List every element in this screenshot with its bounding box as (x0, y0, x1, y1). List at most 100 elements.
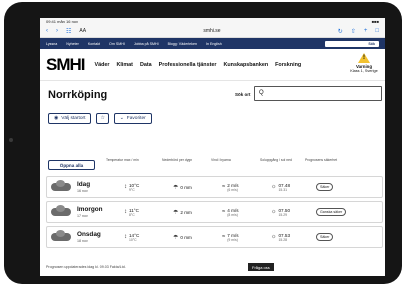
new-tab-icon[interactable]: + (364, 28, 368, 34)
temperature-values: 10°C 9°C (129, 183, 139, 192)
forecast-row[interactable]: Idag 16 nov ↕ 10°C 9°C ☂ 0 mm ≈2 m/s (6 m/s) … (46, 176, 383, 198)
wind-cell: ≈2 m/s (6 m/s) (222, 183, 271, 192)
sunrise-icon: ☼ (271, 234, 277, 240)
wind-gust: (9 m/s) (227, 237, 238, 242)
tablet-frame: 09:41 mån 16 nov ■■■ ‹ › ☷ AA smhi.se ↻ … (4, 2, 402, 284)
wind-cell: ≈7 m/s (9 m/s) (222, 233, 271, 242)
sun-cell: ☼ 07.48 15.31 (271, 183, 316, 192)
tabs-icon[interactable]: □ (375, 28, 379, 34)
warning-icon: ! (358, 53, 370, 63)
temp-max: 10°C (129, 182, 140, 188)
topnav-item-about[interactable]: Om SMHI (109, 42, 125, 46)
cloud-icon (51, 180, 71, 191)
nav-item-knowledge[interactable]: Kunskapsbanken (223, 62, 268, 68)
status-bar: 09:41 mån 16 nov ■■■ (40, 18, 385, 25)
top-search-input[interactable]: Sök (325, 40, 379, 47)
nav-item-weather[interactable]: Väder (95, 62, 110, 68)
wind-values: 4 m/s (8 m/s) (227, 208, 238, 217)
favorite-star-button[interactable]: ☆ (96, 112, 109, 124)
wind-icon: ≈ (222, 184, 226, 190)
forecast-row[interactable]: Onsdag 18 nov ↕ 14°C 10°C ☂ 0 mm ≈7 m/s (9 m/… (46, 226, 383, 248)
smhi-logo[interactable]: SMHI (46, 55, 85, 75)
share-icon[interactable]: ⇧ (351, 28, 356, 35)
topnav-item-english[interactable]: In English (206, 42, 222, 46)
sun-cell: ☼ 07.50 15.29 (271, 208, 316, 217)
sunset-time: 15.29 (278, 212, 288, 217)
sunrise-icon: ☼ (271, 209, 277, 215)
sun-cell: ☼ 07.53 15.28 (271, 233, 316, 242)
precipitation-cell: ☂ 0 mm (173, 234, 222, 241)
reader-button[interactable]: AA (79, 28, 86, 34)
wind-gust: (6 m/s) (227, 187, 238, 192)
wind-icon: ≈ (222, 234, 226, 240)
feedback-button[interactable]: Fråga oss (248, 263, 274, 271)
topnav-item-contact[interactable]: Kontakt (88, 42, 100, 46)
certainty-badge: Säker (316, 183, 334, 191)
temperature-cell: ↕ 14°C 10°C (124, 233, 173, 242)
favorites-dropdown[interactable]: ⌄ Favoriter (113, 112, 152, 124)
top-navigation: Lyssna Nyheter Kontakt Om SMHI Jobba på … (40, 38, 385, 49)
wind-gust: (8 m/s) (227, 212, 238, 217)
forward-icon[interactable]: › (56, 28, 58, 34)
topnav-item-jobs[interactable]: Jobba på SMHI (134, 42, 159, 46)
choose-start-location-button[interactable]: ◉ Välj startort (48, 112, 92, 124)
day-name: Idag (77, 181, 91, 188)
search-icon: Q (259, 90, 264, 96)
wind-speed: 2 m/s (227, 182, 239, 188)
day-date: 18 nov (77, 239, 88, 243)
wind-icon: ≈ (222, 209, 226, 215)
nav-item-professional[interactable]: Professionella tjänster (159, 62, 217, 68)
precipitation-value: 2 mm (180, 209, 192, 215)
star-icon: ☆ (100, 115, 105, 121)
nav-item-data[interactable]: Data (140, 62, 152, 68)
open-all-cell: Öppna alla (46, 158, 106, 170)
update-notice: Prognosen uppdaterades idag kl. 09.03 Fa… (46, 265, 126, 269)
forecast-table: Öppna alla Temperatur max / min Nederbör… (46, 156, 383, 251)
precipitation-cell: ☂ 0 mm (173, 184, 222, 191)
precipitation-value: 0 mm (180, 234, 192, 240)
column-header-precipitation: Nederbörd per dygn (162, 158, 193, 162)
warning-text: Klass 1, Sverige (350, 69, 378, 73)
reload-icon[interactable]: ↻ (338, 28, 343, 35)
location-search-input[interactable]: Q (254, 86, 382, 101)
browser-toolbar: ‹ › ☷ AA smhi.se ↻ ⇧ + □ (40, 25, 385, 38)
chevron-down-icon: ⌄ (119, 115, 124, 121)
forecast-row[interactable]: Imorgon 17 nov ↕ 11°C 8°C ☂ 2 mm ≈4 m/s (8 m/… (46, 201, 383, 223)
day-date: 17 nov (77, 214, 88, 218)
cloud-icon (51, 205, 71, 216)
location-pin-icon: ◉ (54, 115, 59, 121)
temp-min: 8°C (129, 212, 135, 217)
search-location-label: Sök ort (235, 92, 251, 97)
warning-widget[interactable]: ! Varning Klass 1, Sverige (347, 53, 381, 73)
column-header-sun: Soluppgång / sol ned (260, 158, 292, 162)
topnav-item-listen[interactable]: Lyssna (46, 42, 57, 46)
wind-cell: ≈4 m/s (8 m/s) (222, 208, 271, 217)
temperature-values: 11°C 8°C (129, 208, 139, 217)
action-buttons: ◉ Välj startort ☆ ⌄ Favoriter (40, 111, 385, 125)
thermometer-icon: ↕ (124, 234, 127, 240)
temperature-cell: ↕ 10°C 9°C (124, 183, 173, 192)
open-all-button[interactable]: Öppna alla (48, 160, 95, 170)
book-icon[interactable]: ☷ (66, 28, 71, 35)
status-time: 09:41 mån 16 nov (46, 19, 79, 24)
forecast-day: Imorgon 17 nov (77, 206, 124, 218)
title-row: Norrköping Sök ort Q (40, 81, 385, 109)
site-header: SMHI Väder Klimat Data Professionella tj… (40, 49, 385, 81)
temp-max: 11°C (129, 207, 139, 213)
page-title: Norrköping (48, 89, 108, 101)
temp-max: 14°C (129, 232, 140, 238)
topnav-item-blog[interactable]: Blogg: Väderleken (168, 42, 197, 46)
url-field[interactable]: smhi.se (94, 28, 330, 34)
choose-start-location-label: Välj startort (61, 115, 86, 121)
umbrella-icon: ☂ (173, 184, 179, 191)
nav-item-climate[interactable]: Klimat (116, 62, 132, 68)
umbrella-icon: ☂ (173, 209, 179, 216)
sunset-time: 15.31 (278, 187, 288, 192)
nav-item-research[interactable]: Forskning (275, 62, 301, 68)
topnav-item-news[interactable]: Nyheter (66, 42, 79, 46)
sun-values: 07.48 15.31 (279, 183, 291, 192)
top-search-label: Sök (368, 41, 375, 46)
cloud-icon (51, 230, 71, 241)
back-icon[interactable]: ‹ (46, 28, 48, 34)
column-header-certainty: Prognosens säkerhet (305, 158, 338, 162)
